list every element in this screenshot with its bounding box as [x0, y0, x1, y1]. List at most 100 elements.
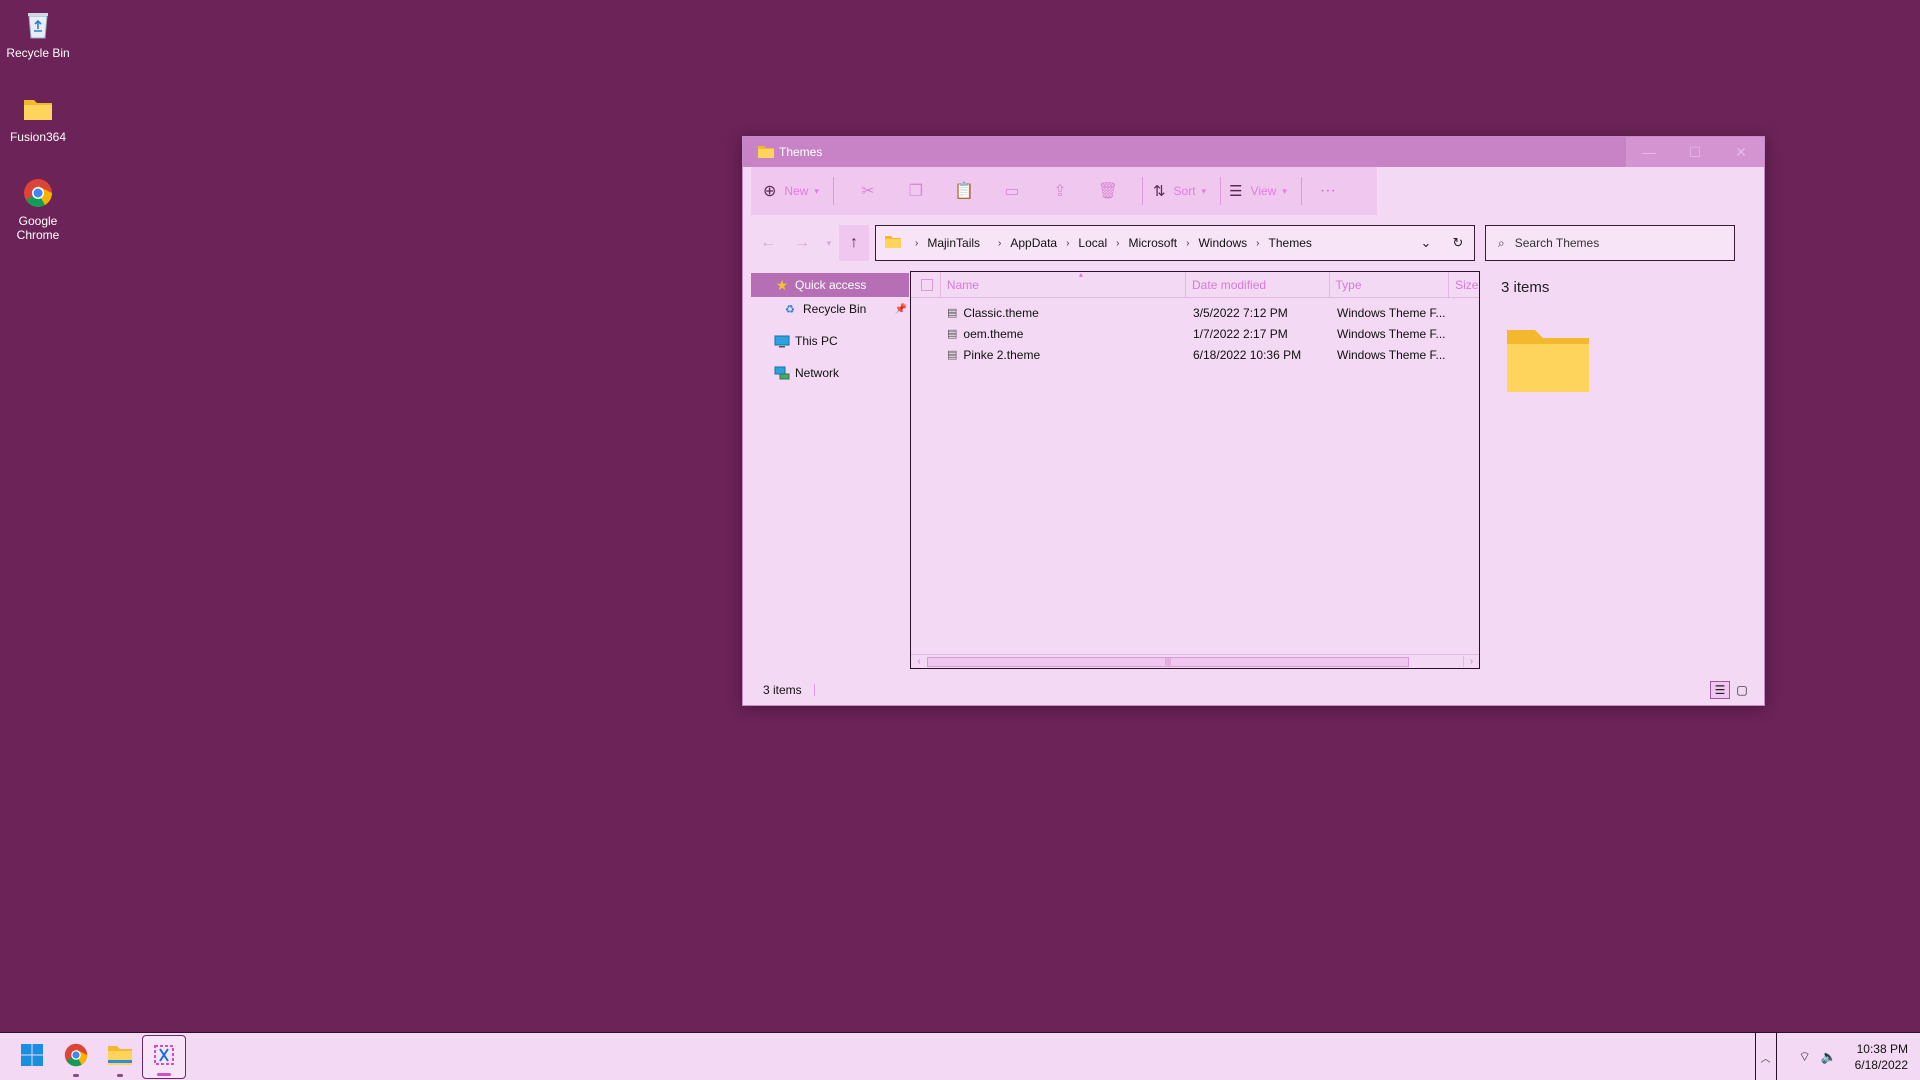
breadcrumb-appdata[interactable]: AppData — [1010, 236, 1057, 250]
taskbar-snipping-tool[interactable] — [142, 1034, 186, 1079]
wifi-icon[interactable]: ⌔ — [1793, 1049, 1817, 1065]
divider — [1220, 177, 1222, 205]
navigation-pane: ★ Quick access ♻ Recycle Bin 📌 This PC N… — [751, 273, 909, 385]
more-icon: ··· — [1319, 182, 1336, 199]
monitor-icon — [773, 335, 791, 348]
explorer-window: Themes — ☐ ✕ ⊕ New ▾ ✂ ❐ 📋 ▭ ⇪ 🗑 ⇅ Sort … — [742, 136, 1765, 706]
plus-circle-icon: ⊕ — [763, 183, 777, 200]
share-button[interactable]: ⇪ — [1036, 167, 1084, 215]
column-header-size[interactable]: Size — [1449, 272, 1479, 297]
volume-icon[interactable]: 🔈 — [1817, 1049, 1841, 1065]
show-hidden-icons-button[interactable]: ︿ — [1754, 1033, 1777, 1080]
select-all-checkbox[interactable] — [911, 272, 941, 297]
file-explorer-icon — [107, 1044, 133, 1069]
minimize-button[interactable]: — — [1626, 137, 1672, 167]
delete-button[interactable]: 🗑 — [1084, 167, 1132, 215]
breadcrumb-majintails[interactable]: MajinTails — [927, 236, 980, 250]
refresh-button[interactable]: ↻ — [1442, 226, 1474, 260]
chevron-right-icon[interactable]: › — [915, 238, 918, 249]
nav-item-quick-access[interactable]: ★ Quick access — [751, 273, 909, 297]
system-tray: ︿ ⌔ 🔈 10:38 PM 6/18/2022 — [1754, 1033, 1920, 1080]
status-item-count: 3 items — [763, 683, 802, 697]
nav-item-this-pc[interactable]: This PC — [751, 329, 909, 353]
maximize-button[interactable]: ☐ — [1672, 137, 1718, 167]
taskbar-chrome[interactable] — [54, 1035, 98, 1079]
folder-icon — [1505, 326, 1753, 397]
desktop-icon-recycle-bin[interactable]: Recycle Bin — [2, 8, 74, 60]
copy-button[interactable]: ❐ — [892, 167, 940, 215]
start-button[interactable] — [10, 1035, 54, 1079]
chrome-icon — [21, 176, 55, 210]
nav-item-label: Network — [795, 366, 840, 380]
desktop-icon-google-chrome[interactable]: Google Chrome — [2, 176, 74, 242]
breadcrumb-windows[interactable]: Windows — [1198, 236, 1247, 250]
preview-item-count: 3 items — [1501, 279, 1550, 296]
scroll-right-icon[interactable]: › — [1463, 656, 1479, 667]
more-options-button[interactable]: ··· — [1312, 167, 1344, 215]
desktop-icon-label: Google Chrome — [16, 214, 60, 242]
folder-icon — [884, 235, 902, 252]
divider — [1141, 177, 1143, 205]
chevron-up-icon: ︿ — [1760, 1053, 1771, 1065]
breadcrumb-themes[interactable]: Themes — [1269, 236, 1312, 250]
rename-button[interactable]: ▭ — [988, 167, 1036, 215]
chevron-down-icon: ▾ — [814, 185, 819, 196]
sort-ascending-icon: ▴ — [1078, 270, 1083, 279]
horizontal-scrollbar[interactable]: ‹ ||| › — [911, 654, 1479, 668]
chevron-right-icon[interactable]: › — [1256, 238, 1259, 249]
scroll-left-icon[interactable]: ‹ — [911, 656, 927, 667]
paste-button[interactable]: 📋 — [940, 167, 988, 215]
nav-item-label: Quick access — [795, 278, 867, 292]
search-box[interactable]: ⌕ Search Themes — [1485, 225, 1735, 261]
chevron-right-icon[interactable]: › — [1066, 238, 1069, 249]
up-button[interactable]: ↑ — [839, 225, 869, 261]
column-header-type[interactable]: Type — [1330, 272, 1450, 297]
back-button[interactable]: ← — [751, 225, 785, 261]
view-button[interactable]: ☰ View ▾ — [1229, 167, 1287, 215]
share-icon: ⇪ — [1053, 183, 1067, 200]
clock-time: 10:38 PM — [1856, 1042, 1908, 1056]
table-row[interactable]: ▤ Classic.theme 3/5/2022 7:12 PM Windows… — [911, 302, 1479, 323]
address-bar[interactable]: › MajinTails › AppData › Local › Microso… — [875, 225, 1475, 261]
search-placeholder: Search Themes — [1514, 236, 1600, 250]
sort-button[interactable]: ⇅ Sort ▾ — [1153, 167, 1206, 215]
desktop-icon-fusion364[interactable]: Fusion364 — [2, 92, 74, 144]
arrow-left-icon: ← — [760, 234, 776, 251]
large-icons-view-button[interactable]: ▢ — [1732, 681, 1752, 699]
snipping-tool-icon — [152, 1043, 176, 1070]
file-name: Pinke 2.theme — [963, 347, 1041, 362]
recent-locations-button[interactable]: ▾ — [819, 225, 839, 261]
table-row[interactable]: ▤ Pinke 2.theme 6/18/2022 10:36 PM Windo… — [911, 344, 1479, 365]
column-header-name[interactable]: Name ▴ — [941, 270, 1187, 297]
new-label: New — [784, 184, 809, 198]
copy-icon: ❐ — [908, 183, 924, 200]
cut-button[interactable]: ✂ — [844, 167, 892, 215]
forward-button[interactable]: → — [785, 225, 819, 261]
chevron-right-icon[interactable]: › — [998, 238, 1001, 249]
scrollbar-thumb[interactable]: ||| — [927, 656, 1409, 667]
theme-file-icon: ▤ — [947, 328, 958, 340]
column-header-date-modified[interactable]: Date modified — [1186, 272, 1330, 297]
title-bar[interactable]: Themes — ☐ ✕ — [743, 137, 1764, 167]
window-title: Themes — [779, 145, 823, 159]
details-view-button[interactable]: ☰ — [1710, 681, 1730, 699]
clock[interactable]: 10:38 PM 6/18/2022 — [1855, 1041, 1908, 1073]
folder-icon — [757, 145, 775, 159]
file-type: Windows Theme F... — [1337, 347, 1446, 362]
breadcrumb-local[interactable]: Local — [1078, 236, 1107, 250]
taskbar-file-explorer[interactable] — [98, 1035, 142, 1079]
windows-logo-icon — [20, 1043, 44, 1070]
sort-label: Sort — [1173, 184, 1196, 198]
close-button[interactable]: ✕ — [1718, 137, 1764, 167]
breadcrumb-microsoft[interactable]: Microsoft — [1128, 236, 1177, 250]
address-history-button[interactable]: ⌄ — [1410, 226, 1442, 260]
nav-item-network[interactable]: Network — [751, 361, 909, 385]
nav-item-recycle-bin[interactable]: ♻ Recycle Bin 📌 — [751, 297, 909, 321]
pin-icon[interactable]: 📌 — [895, 304, 907, 315]
clipboard-icon: 📋 — [953, 183, 974, 200]
new-button[interactable]: ⊕ New ▾ — [763, 167, 819, 215]
chevron-right-icon[interactable]: › — [1186, 238, 1189, 249]
view-list-icon: ☰ — [1229, 183, 1243, 200]
chevron-right-icon[interactable]: › — [1116, 238, 1119, 249]
table-row[interactable]: ▤ oem.theme 1/7/2022 2:17 PM Windows The… — [911, 323, 1479, 344]
